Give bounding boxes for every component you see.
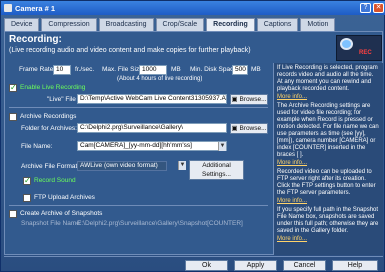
live-browse-button[interactable]: ▣ Browse... <box>230 94 268 105</box>
frame-rate-unit: fr./sec. <box>75 66 95 73</box>
camera-icon <box>4 4 12 12</box>
live-file-input[interactable]: D:\Temp\Active WebCam Live Content313059… <box>77 94 227 104</box>
more-info-link[interactable]: More info... <box>277 160 380 167</box>
tab-crop-scale[interactable]: Crop/Scale <box>155 18 205 31</box>
window-title: Camera # 1 <box>15 3 56 13</box>
divider <box>9 107 268 108</box>
page-title: Recording: <box>9 34 62 45</box>
ftp-upload-label: FTP Upload Archives <box>34 194 95 201</box>
archive-recordings-checkbox[interactable] <box>9 113 17 121</box>
webcam-icon <box>340 38 353 50</box>
enable-live-recording-label: Enable Live Recording <box>20 84 86 91</box>
chevron-down-icon[interactable]: ▼ <box>218 142 226 151</box>
more-info-link[interactable]: More info... <box>277 236 380 243</box>
max-file-unit: MB <box>171 66 181 73</box>
more-info-link[interactable]: More info... <box>277 198 380 205</box>
chevron-down-icon[interactable]: ▼ <box>178 161 186 170</box>
tab-bar: Device Compression Broadcasting Crop/Sca… <box>4 18 336 31</box>
ok-button[interactable]: Ok <box>185 260 228 271</box>
file-name-input[interactable]: Cam[CAMERA]_[yy-mm-dd][hh'mm'ss] <box>77 141 227 151</box>
footer-help-button[interactable]: Help <box>332 260 378 271</box>
archive-format-label: Archive File Format: <box>21 163 80 170</box>
recording-duration-note: (About 4 hours of live recording) <box>117 76 203 82</box>
snapshot-file-label: Snapshot File Name: <box>21 220 82 227</box>
archive-format-select[interactable]: AWLive (own video format) <box>77 161 167 171</box>
max-file-input[interactable]: 1000 <box>139 65 167 75</box>
recording-panel: Recording: (Live recording audio and vid… <box>4 31 383 255</box>
help-panel: If Live Recording is selected, program r… <box>273 63 383 255</box>
min-disk-input[interactable]: 500 <box>232 65 248 75</box>
help-archive: The Archive Recording settings are used … <box>277 103 379 158</box>
frame-rate-label: Frame Rate <box>19 66 54 73</box>
record-sound-checkbox[interactable] <box>23 176 31 185</box>
max-file-label: Max. File Size <box>102 66 143 73</box>
min-disk-unit: MB <box>251 66 261 73</box>
titlebar: Camera # 1 ? ✕ <box>1 1 385 15</box>
recording-logo: REC <box>336 35 382 61</box>
archive-recordings-label: Archive Recordings <box>20 113 77 120</box>
folder-icon: ▣ <box>231 125 238 132</box>
more-info-link[interactable]: More info... <box>277 94 380 101</box>
snapshots-label: Create Archive of Snapshots <box>20 210 103 217</box>
camera-settings-window: Camera # 1 ? ✕ Device Compression Broadc… <box>0 0 385 272</box>
archive-folder-label: Folder for Archives: <box>21 125 77 132</box>
tab-device[interactable]: Device <box>4 18 40 31</box>
record-sound-label: Record Sound <box>34 177 76 184</box>
apply-button[interactable]: Apply <box>234 260 277 271</box>
divider <box>9 205 268 206</box>
rec-label: REC <box>359 50 372 56</box>
archive-folder-input[interactable]: C:\Delphi2.prg\Surveillance\Gallery\ <box>77 123 227 133</box>
frame-rate-input[interactable]: 10 <box>53 65 71 75</box>
additional-settings-button[interactable]: Additional Settings... <box>189 160 244 180</box>
live-file-label: "Live" File <box>47 96 76 103</box>
snapshot-file-value[interactable]: E:\Delphi2.prg\Surveillance\Gallery\Snap… <box>77 220 243 227</box>
enable-live-recording-checkbox[interactable] <box>9 83 17 92</box>
ftp-upload-checkbox[interactable] <box>23 194 31 202</box>
help-snapshots: If you specify full path in the Snapshot… <box>277 207 379 234</box>
help-live: If Live Recording is selected, program r… <box>277 65 378 92</box>
settings-area: Frame Rate 10 fr./sec. Max. File Size 10… <box>5 63 270 255</box>
page-subtitle: (Live recording audio and video content … <box>9 47 251 54</box>
tab-broadcasting[interactable]: Broadcasting <box>98 18 154 31</box>
cancel-button[interactable]: Cancel <box>283 260 326 271</box>
tab-captions[interactable]: Captions <box>256 18 299 31</box>
min-disk-label: Min. Disk Space <box>190 66 237 73</box>
footer-divider <box>4 256 383 257</box>
tab-compression[interactable]: Compression <box>41 18 97 31</box>
help-button[interactable]: ? <box>360 3 371 13</box>
folder-icon: ▣ <box>231 96 238 103</box>
tab-recording[interactable]: Recording <box>206 18 255 31</box>
archive-browse-button[interactable]: ▣ Browse... <box>230 123 268 134</box>
file-name-label: File Name: <box>21 143 53 150</box>
archive-browse-label: Browse... <box>239 125 267 132</box>
snapshots-checkbox[interactable] <box>9 210 17 218</box>
help-ftp: Recorded video can be uploaded to FTP se… <box>277 169 376 196</box>
tab-motion[interactable]: Motion <box>300 18 336 31</box>
live-browse-label: Browse... <box>239 96 267 103</box>
close-button[interactable]: ✕ <box>373 3 384 13</box>
